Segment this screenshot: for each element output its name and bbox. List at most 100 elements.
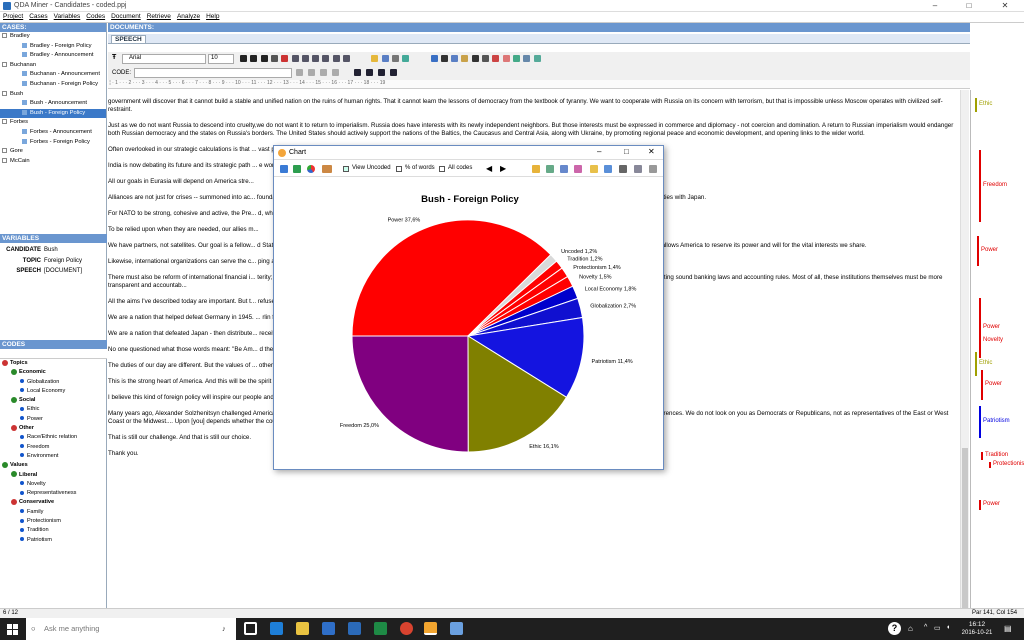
next-icon[interactable] [378,69,385,76]
code-item[interactable]: Environment [0,452,107,461]
notifications-icon[interactable]: ▤ [1004,624,1012,633]
variable-row[interactable]: CANDIDATE Bush [0,245,107,256]
case-item[interactable]: Bradley - Foreign Policy [0,42,106,52]
code-bracket-label[interactable]: Novelty [983,337,1003,343]
codes-search-input[interactable] [0,349,107,359]
open-icon[interactable] [371,55,379,62]
people-icon[interactable]: ⌂ [908,624,913,633]
minimize-icon[interactable]: – [918,0,952,12]
code-bracket-label[interactable]: Power [983,324,1000,330]
pct-words-checkbox[interactable] [396,166,402,172]
bookmark-icon[interactable] [502,55,510,62]
strike-icon[interactable] [270,55,278,62]
menu-cases[interactable]: Cases [26,12,50,21]
chart-window[interactable]: Chart – □ ✕ View Uncoded % of words All … [273,145,664,470]
menu-project[interactable]: Project [0,12,26,21]
expand-icon[interactable] [2,61,7,67]
code-category[interactable]: Values [0,461,107,470]
underline-icon[interactable] [260,55,268,62]
menu-variables[interactable]: Variables [51,12,84,21]
font-name-select[interactable]: Arial [122,54,206,64]
code-bracket[interactable] [979,406,981,438]
store-icon[interactable] [322,622,335,635]
remove-code-icon[interactable] [308,69,315,76]
sort-icon[interactable] [560,165,568,173]
word-icon[interactable] [348,622,361,635]
italic-icon[interactable] [250,55,258,62]
expand-icon[interactable] [2,148,7,154]
code-item[interactable]: Novelty [0,480,107,489]
code-bracket[interactable] [975,352,977,376]
code-bracket[interactable] [981,452,983,460]
chart-minimize-icon[interactable]: – [597,147,601,156]
pie-chart-icon[interactable] [307,165,315,173]
bold-icon[interactable] [240,55,247,62]
code-item[interactable]: Ethic [0,405,107,414]
view-uncoded-checkbox[interactable] [343,166,349,172]
first-icon[interactable] [354,69,361,76]
case-group[interactable]: Forbes [0,118,106,128]
code-bracket[interactable] [977,236,979,266]
expand-icon[interactable] [2,32,7,38]
chart-close-icon[interactable]: ✕ [648,147,655,156]
chart-table-icon[interactable] [546,165,554,173]
font-size-select[interactable]: 10 [208,54,234,64]
print-icon[interactable] [649,165,657,173]
edit-chart-icon[interactable] [574,165,582,173]
image-icon[interactable] [533,55,541,62]
code-category[interactable]: Other [0,424,107,433]
code-bracket[interactable] [979,336,981,346]
code-item[interactable]: Power [0,415,107,424]
expand-icon[interactable] [2,119,7,125]
code-bracket-label[interactable]: Power [985,381,1002,387]
code-item[interactable]: Family [0,508,107,517]
code-item[interactable]: Freedom [0,443,107,452]
save-icon[interactable] [381,55,389,62]
edit-code-icon[interactable] [320,69,327,76]
cut-icon[interactable] [440,55,448,62]
expand-icon[interactable] [2,90,7,96]
code-bracket[interactable] [975,98,977,112]
undo-icon[interactable] [430,55,438,62]
spell-icon[interactable] [492,55,500,62]
code-bracket-label[interactable]: Protectionism [993,461,1024,467]
case-item[interactable]: Bush - Announcement [0,99,106,109]
paint-icon[interactable] [450,622,463,635]
case-item[interactable]: Bradley - Announcement [0,51,106,61]
menu-retrieve[interactable]: Retrieve [144,12,174,21]
color-icon[interactable] [281,55,289,62]
expand-icon[interactable] [2,157,7,163]
copy-icon[interactable] [451,55,459,62]
taskbar-search-input[interactable]: ○ Ask me anything ♪ [26,618,236,640]
case-group[interactable]: Bradley [0,32,106,42]
close-icon[interactable]: ✕ [988,0,1022,12]
last-icon[interactable] [390,69,397,76]
code-item[interactable]: Patriotism [0,536,107,545]
align-left-icon[interactable] [291,55,299,62]
network-icon[interactable]: ▭ [934,624,941,632]
clock-time[interactable]: 16:12 [962,621,992,628]
open-folder-icon[interactable] [590,165,598,173]
add-code-icon[interactable] [296,69,303,76]
file-explorer-icon[interactable] [296,622,309,635]
menu-help[interactable]: Help [203,12,222,21]
print-icon[interactable] [391,55,399,62]
code-item[interactable]: Representativeness [0,489,107,498]
code-category[interactable]: Liberal [0,471,107,480]
bar-chart-icon[interactable] [280,165,288,173]
code-bracket[interactable] [979,150,981,222]
maximize-icon[interactable]: □ [952,0,986,12]
code-bracket-label[interactable]: Power [983,501,1000,507]
code-item[interactable]: Local Economy [0,387,107,396]
all-codes-checkbox[interactable] [439,166,445,172]
case-group[interactable]: McCain [0,157,106,167]
code-category[interactable]: Conservative [0,498,107,507]
code-bracket[interactable] [979,500,981,510]
paste-icon[interactable] [461,55,469,62]
code-bracket-label[interactable]: Patriotism [983,418,1010,424]
code-bracket[interactable] [989,462,991,468]
case-group[interactable]: Bush [0,90,106,100]
variable-row[interactable]: SPEECH [DOCUMENT] [0,266,107,277]
case-item[interactable]: Forbes - Foreign Policy [0,138,106,148]
word-cloud-icon[interactable] [322,165,332,173]
